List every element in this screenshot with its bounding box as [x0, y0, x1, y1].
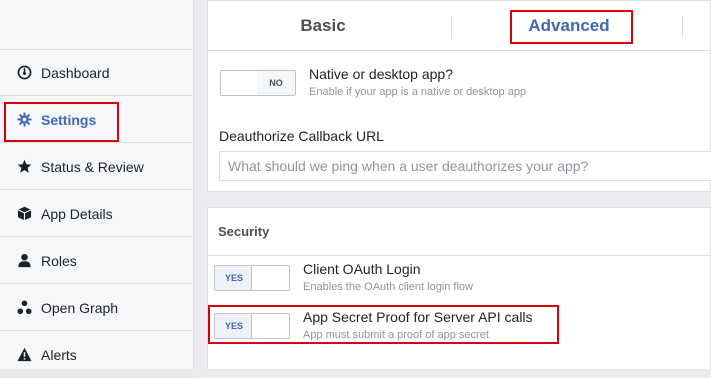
security-panel: Security YES Client OAuth Login Enables … — [207, 207, 711, 369]
tab-basic[interactable]: Basic — [238, 1, 408, 50]
native-app-toggle[interactable]: NO — [220, 70, 296, 96]
sidebar-item-settings[interactable]: Settings — [0, 97, 193, 143]
sidebar-item-open-graph[interactable]: Open Graph — [0, 285, 193, 331]
sidebar: Dashboard Settings Status & Review App D… — [0, 0, 194, 378]
advanced-settings-panel: Basic Advanced NO Native or desktop app?… — [207, 0, 711, 192]
tab-bar: Basic Advanced — [208, 1, 711, 51]
sidebar-item-label: Dashboard — [41, 64, 110, 81]
graph-nodes-icon — [16, 300, 32, 316]
sidebar-item-label: Alerts — [41, 346, 77, 363]
native-app-description: Enable if your app is a native or deskto… — [309, 86, 527, 98]
sidebar-item-alerts[interactable]: Alerts — [0, 332, 193, 378]
toggle-label: YES — [215, 314, 253, 338]
sidebar-item-label: Settings — [41, 111, 97, 128]
deauthorize-url-input[interactable] — [219, 151, 711, 181]
sidebar-item-roles[interactable]: Roles — [0, 238, 193, 284]
warning-icon — [16, 347, 32, 363]
dashboard-icon — [16, 65, 32, 81]
cube-icon — [16, 206, 32, 222]
sidebar-item-label: Open Graph — [41, 299, 119, 316]
star-icon — [16, 159, 32, 175]
tab-advanced[interactable]: Advanced — [511, 1, 627, 50]
sidebar-item-label: App Details — [41, 205, 113, 222]
toggle-knob — [251, 314, 289, 338]
tab-divider — [451, 16, 452, 38]
sidebar-item-status-review[interactable]: Status & Review — [0, 144, 193, 190]
toggle-knob — [221, 71, 259, 95]
gear-icon — [16, 112, 32, 128]
sidebar-header — [0, 0, 193, 50]
toggle-label: NO — [257, 71, 295, 95]
deauthorize-label: Deauthorize Callback URL — [219, 128, 384, 144]
tab-divider — [682, 16, 683, 38]
app-secret-proof-title: App Secret Proof for Server API calls — [303, 309, 533, 325]
app-secret-proof-description: App must submit a proof of app secret — [303, 329, 489, 341]
person-icon — [16, 253, 32, 269]
client-oauth-toggle[interactable]: YES — [214, 265, 290, 291]
client-oauth-title: Client OAuth Login — [303, 261, 421, 277]
toggle-label: YES — [215, 266, 253, 290]
sidebar-item-label: Status & Review — [41, 158, 144, 175]
app-secret-proof-toggle[interactable]: YES — [214, 313, 290, 339]
sidebar-item-app-details[interactable]: App Details — [0, 191, 193, 237]
security-heading: Security — [208, 208, 711, 256]
native-app-title: Native or desktop app? — [309, 66, 453, 82]
sidebar-item-label: Roles — [41, 252, 77, 269]
toggle-knob — [251, 266, 289, 290]
client-oauth-description: Enables the OAuth client login flow — [303, 281, 473, 293]
sidebar-item-dashboard[interactable]: Dashboard — [0, 50, 193, 96]
